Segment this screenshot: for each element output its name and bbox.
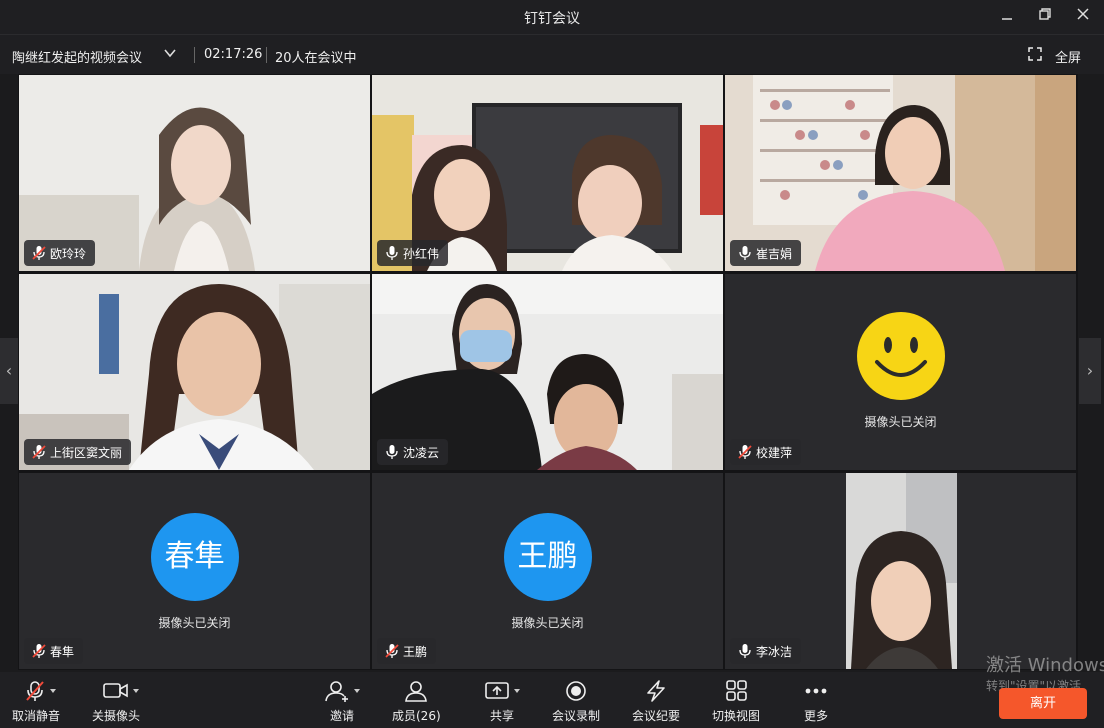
camera-label: 关摄像头: [92, 709, 141, 723]
mic-muted-icon: [385, 643, 399, 659]
smiley-avatar-icon: [856, 312, 945, 400]
participant-name-tag: 孙红伟: [377, 240, 449, 266]
members-icon: [405, 681, 428, 702]
participant-name-tag: 欧玲玲: [24, 240, 96, 266]
participant-name-tag: 沈凌云: [377, 439, 449, 465]
share-label: 共享: [489, 709, 514, 723]
add-person-icon: [325, 681, 360, 702]
more-label: 更多: [803, 709, 828, 723]
more-icon: [805, 688, 827, 694]
lightning-icon: [647, 680, 665, 702]
fullscreen-icon[interactable]: [1028, 46, 1042, 61]
leave-button[interactable]: 离开: [999, 688, 1087, 719]
screen-share-icon: [485, 682, 520, 699]
previous-page-button[interactable]: ‹: [0, 338, 18, 404]
switch-view-label: 切换视图: [712, 709, 761, 723]
participant-name: 李冰洁: [756, 644, 793, 659]
avatar: 春隼: [150, 513, 239, 601]
participant-name-tag: 崔吉娟: [730, 240, 802, 266]
video-tile[interactable]: 王鹏 摄像头已关闭 王鹏: [372, 473, 723, 669]
participant-count: 20人在会议中: [275, 51, 357, 66]
participant-name-tag: 李冰洁: [730, 638, 802, 664]
participant-name-tag: 春隼: [24, 638, 84, 664]
participant-name: 上街区窦文丽: [50, 445, 123, 460]
participant-name: 欧玲玲: [50, 246, 87, 261]
divider: [194, 47, 195, 63]
chevron-down-icon[interactable]: [163, 46, 177, 63]
video-tile[interactable]: 欧玲玲: [19, 75, 370, 271]
video-grid: 欧玲玲 孙红伟 崔吉娟 上街区窦文丽 沈凌云 摄像头已关闭 校建萍 春隼 摄像头…: [18, 74, 1078, 670]
video-tile[interactable]: 摄像头已关闭 校建萍: [725, 274, 1076, 470]
mic-muted-icon: [32, 245, 46, 261]
participant-name: 孙红伟: [403, 246, 440, 261]
minutes-label: 会议纪要: [632, 709, 681, 723]
camera-off-label: 摄像头已关闭: [864, 415, 937, 429]
title-bar: 钉钉会议: [0, 0, 1104, 34]
windows-activation-watermark: 激活 Windows: [986, 655, 1104, 676]
meeting-toolbar: 取消静音 关摄像头 邀请 成员(26) 共享 会议录制 会议纪要 切换视图 更多: [0, 672, 1104, 728]
video-tile[interactable]: 上街区窦文丽: [19, 274, 370, 470]
record-icon: [566, 681, 586, 701]
meeting-title[interactable]: 陶继红发起的视频会议: [12, 47, 142, 66]
close-icon[interactable]: [1072, 6, 1094, 28]
minutes-button[interactable]: 会议纪要: [632, 680, 680, 724]
participant-name: 校建萍: [756, 445, 793, 460]
members-label: 成员(26): [392, 709, 441, 723]
camera-off-label: 摄像头已关闭: [511, 616, 584, 630]
participant-name: 王鹏: [403, 644, 428, 659]
video-tile[interactable]: 崔吉娟: [725, 75, 1076, 271]
avatar: 王鹏: [503, 513, 592, 601]
video-tile[interactable]: 孙红伟: [372, 75, 723, 271]
mic-icon: [385, 444, 399, 460]
share-button[interactable]: 共享: [482, 680, 522, 724]
invite-button[interactable]: 邀请: [322, 680, 362, 724]
mic-icon: [738, 643, 752, 659]
switch-view-button[interactable]: 切换视图: [712, 680, 760, 724]
next-page-button[interactable]: ›: [1079, 338, 1101, 404]
unmute-button[interactable]: 取消静音: [12, 680, 60, 724]
invite-label: 邀请: [329, 709, 354, 723]
mic-muted-icon: [738, 444, 752, 460]
mic-icon: [738, 245, 752, 261]
fullscreen-button[interactable]: 全屏: [1055, 47, 1081, 66]
participant-name-tag: 王鹏: [377, 638, 437, 664]
mic-muted-icon: [32, 643, 46, 659]
participant-name: 春隼: [50, 644, 75, 659]
video-tile[interactable]: 李冰洁: [725, 473, 1076, 669]
restore-icon[interactable]: [1034, 6, 1056, 28]
participant-name: 沈凌云: [403, 445, 440, 460]
record-button[interactable]: 会议录制: [552, 680, 600, 724]
camera-button[interactable]: 关摄像头: [92, 680, 140, 724]
video-tile[interactable]: 沈凌云: [372, 274, 723, 470]
unmute-label: 取消静音: [12, 709, 61, 723]
participant-name-tag: 上街区窦文丽: [24, 439, 132, 465]
meeting-timer: 02:17:26: [204, 47, 263, 62]
window-title: 钉钉会议: [524, 11, 580, 27]
minimize-icon[interactable]: [996, 6, 1018, 28]
mic-icon: [385, 245, 399, 261]
divider: [266, 47, 267, 63]
grid-view-icon: [726, 680, 747, 701]
participant-name: 崔吉娟: [756, 246, 793, 261]
meeting-info-bar: 陶继红发起的视频会议 02:17:26 20人在会议中 全屏: [0, 34, 1104, 74]
video-tile[interactable]: 春隼 摄像头已关闭 春隼: [19, 473, 370, 669]
members-button[interactable]: 成员(26): [392, 680, 441, 724]
mic-muted-icon: [26, 681, 56, 701]
more-button[interactable]: 更多: [803, 680, 829, 724]
record-label: 会议录制: [552, 709, 601, 723]
camera-off-label: 摄像头已关闭: [158, 616, 231, 630]
mic-muted-icon: [32, 444, 46, 460]
camera-icon: [103, 683, 139, 698]
participant-name-tag: 校建萍: [730, 439, 802, 465]
